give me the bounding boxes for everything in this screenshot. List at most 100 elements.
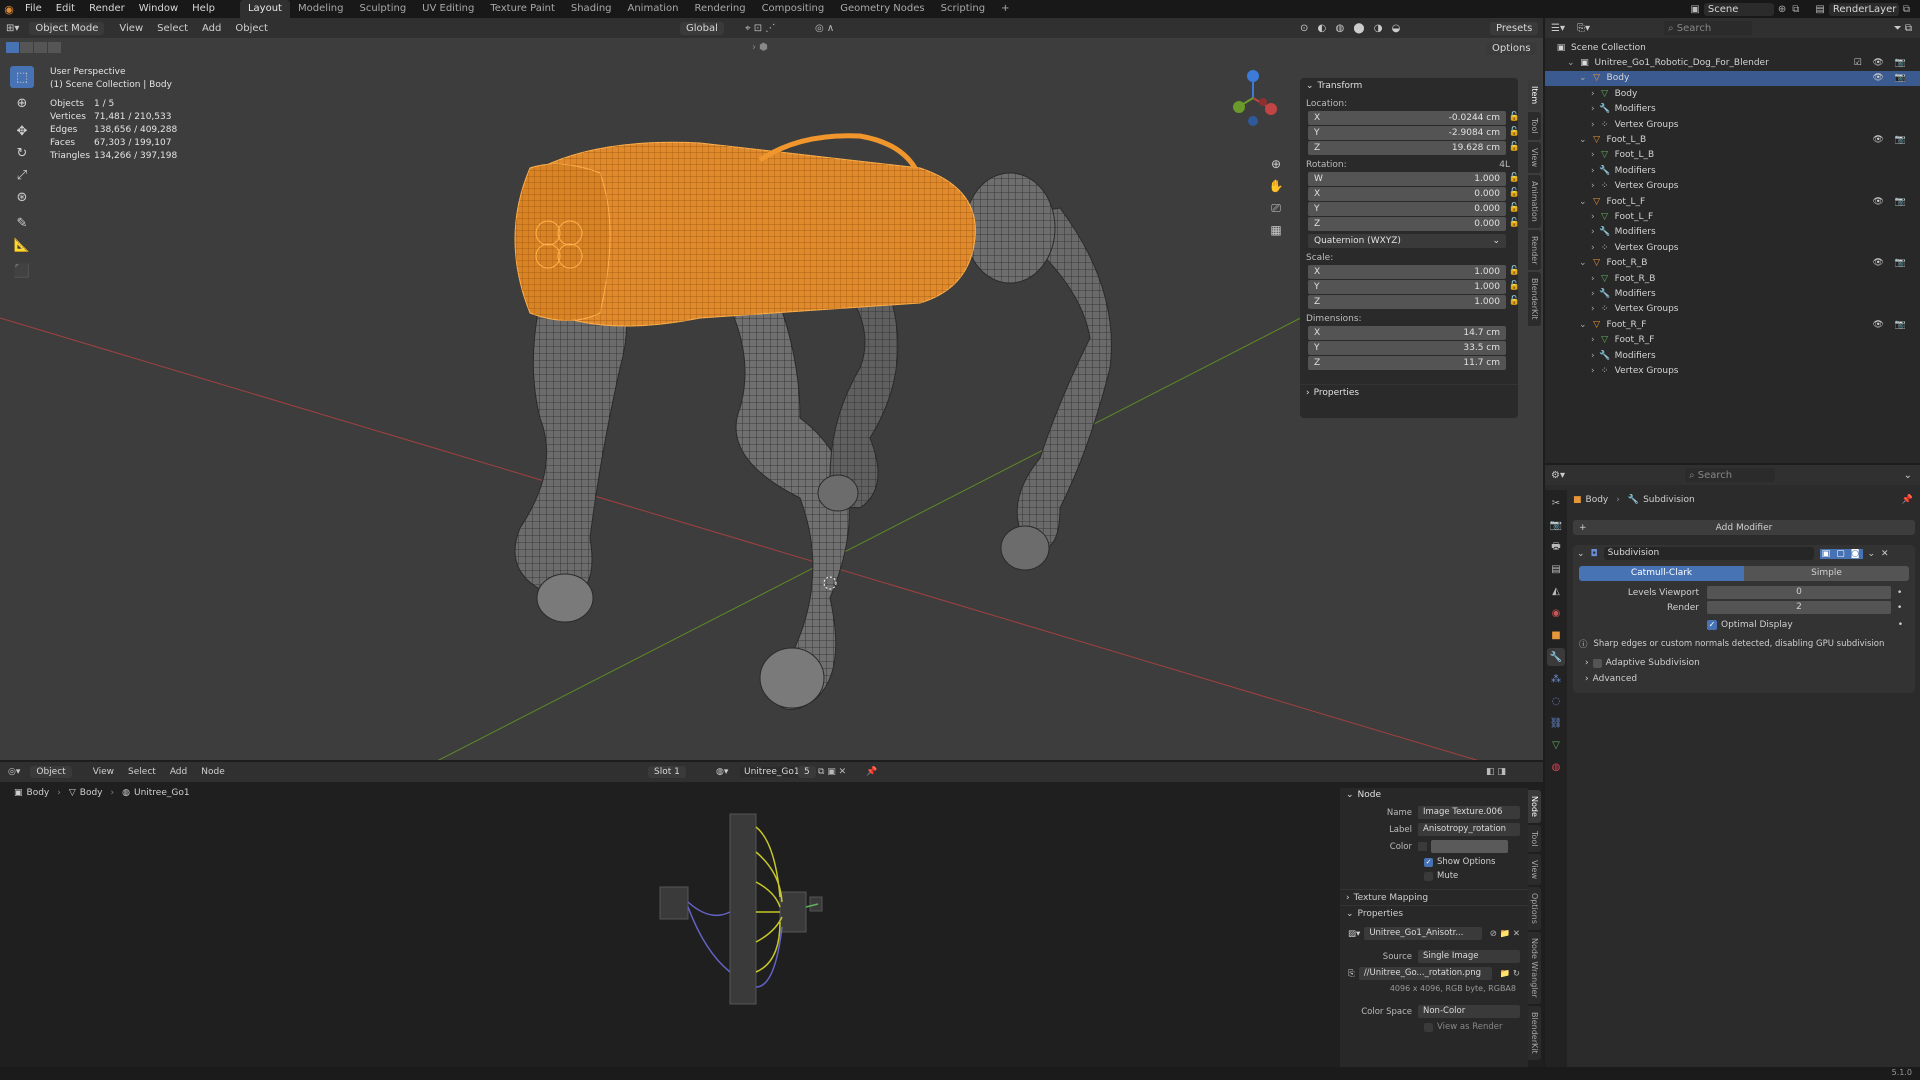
object-tab-icon[interactable]: ■ — [1547, 626, 1565, 644]
transform-header[interactable]: ⌄ Transform — [1300, 78, 1518, 94]
scale-z-field[interactable]: Z 1.000 🔓 — [1308, 295, 1520, 309]
lock-icon[interactable]: 🔓 — [1509, 188, 1520, 198]
expand-icon[interactable]: › — [1591, 89, 1595, 99]
outliner-row[interactable]: › ⁘ Vertex Groups — [1545, 302, 1920, 317]
snap-icon[interactable]: ⌖ ⊡ ⋰ — [745, 23, 775, 34]
scene-icon[interactable]: ▣ — [1690, 4, 1699, 15]
pan-hand-icon[interactable]: ✋ — [1266, 175, 1286, 197]
outliner-row[interactable]: ⌄ ▣ Unitree_Go1_Robotic_Dog_For_Blender ☑ 👁… — [1545, 55, 1920, 70]
node-tab-node-wrangler[interactable]: Node Wrangler — [1528, 932, 1541, 1005]
rotation-z-field[interactable]: Z 0.000 🔓 — [1308, 217, 1520, 231]
scale-y-field[interactable]: Y 1.000 🔓 — [1308, 280, 1520, 294]
material-buttons-icon[interactable]: ⧉ ▣ ✕ — [818, 767, 846, 777]
workspace-tab-rendering[interactable]: Rendering — [686, 0, 753, 18]
expand-icon[interactable]: › — [1591, 366, 1595, 376]
shader-type-selector[interactable]: Object — [30, 766, 72, 778]
grid-icon[interactable]: ▦ — [1266, 219, 1286, 241]
outliner-row[interactable]: › 🔧 Modifiers — [1545, 225, 1920, 240]
expand-icon[interactable]: › — [1591, 212, 1595, 222]
navigation-gizmo[interactable] — [1228, 66, 1278, 136]
colorspace-dropdown[interactable]: Non-Color — [1418, 1005, 1520, 1018]
physics-tab-icon[interactable]: ◌ — [1547, 692, 1565, 710]
pin-icon[interactable]: 📌 — [866, 767, 877, 777]
mute-checkbox[interactable] — [1424, 871, 1433, 881]
workspace-tab-scripting[interactable]: Scripting — [933, 0, 993, 18]
dropdown-icon[interactable]: ⌄ — [1867, 549, 1875, 559]
node-menu-select[interactable]: Select — [121, 767, 163, 777]
outliner-row[interactable]: ⌄ ▽ Body 👁 📷 — [1545, 70, 1920, 87]
viewport-menu-view[interactable]: View — [112, 23, 150, 34]
render-levels-field[interactable]: 2 — [1707, 601, 1891, 614]
properties-editor-icon[interactable]: ⚙▾ — [1551, 470, 1565, 481]
lock-icon[interactable]: 🔓 — [1509, 112, 1520, 122]
expand-icon[interactable]: ⌄ — [1579, 320, 1587, 330]
outliner-row[interactable]: › ⁘ Vertex Groups — [1545, 363, 1920, 378]
tool-tab-icon[interactable]: ✂ — [1547, 494, 1565, 512]
workspace-tab-texture-paint[interactable]: Texture Paint — [482, 0, 563, 18]
node-editor-type-icon[interactable]: ◎▾ — [8, 767, 20, 777]
visibility-icons[interactable]: 👁 📷 — [1873, 197, 1911, 207]
expand-icon[interactable]: › — [1591, 274, 1595, 284]
dimension-z-field[interactable]: Z 11.7 cm — [1308, 356, 1506, 370]
expand-icon[interactable]: › — [1591, 289, 1595, 299]
workspace-tab-compositing[interactable]: Compositing — [754, 0, 833, 18]
transform-orientation[interactable]: Global — [680, 21, 724, 35]
outliner-row[interactable]: ⌄ ▽ Foot_L_B 👁 📷 — [1545, 132, 1920, 147]
workspace-tab-geometry-nodes[interactable]: Geometry Nodes — [832, 0, 932, 18]
view-as-render-checkbox[interactable] — [1424, 1022, 1433, 1032]
menu-file[interactable]: File — [18, 0, 49, 18]
modifier-name-field[interactable]: Subdivision — [1603, 547, 1814, 560]
node-color-swatch[interactable] — [1431, 840, 1508, 853]
show-options-checkbox[interactable]: ✓ — [1424, 857, 1433, 867]
expand-icon[interactable]: › — [1591, 351, 1595, 361]
outliner-row[interactable]: › 🔧 Modifiers — [1545, 163, 1920, 178]
expand-icon[interactable]: › — [1591, 104, 1595, 114]
blender-logo-icon[interactable]: ◉ — [0, 3, 18, 16]
dimension-x-field[interactable]: X 14.7 cm — [1308, 326, 1506, 340]
expand-icon[interactable]: ⌄ — [1579, 197, 1587, 207]
camera-icon[interactable]: ⎚ — [1266, 197, 1286, 219]
rotation-x-field[interactable]: X 0.000 🔓 — [1308, 187, 1520, 201]
scene-selector[interactable]: Scene — [1703, 2, 1774, 16]
node-tab-view[interactable]: View — [1528, 854, 1541, 886]
scene-tab-icon[interactable]: ◭ — [1547, 582, 1565, 600]
node-tab-options[interactable]: Options — [1528, 887, 1541, 931]
remove-modifier-icon[interactable]: ✕ — [1881, 549, 1889, 559]
outliner-row[interactable]: › ⁘ Vertex Groups — [1545, 179, 1920, 194]
shader-node-editor[interactable]: ◎▾ Object View Select Add Node Slot 1 ◍▾ Un… — [0, 762, 1543, 1067]
expand-icon[interactable]: › — [1591, 181, 1595, 191]
lock-icon[interactable]: 🔓 — [1509, 142, 1520, 152]
visibility-icons[interactable]: 👁 📷 — [1873, 135, 1911, 145]
pin-icon[interactable]: ⊕ — [1778, 4, 1786, 15]
node-tab-blenderkit[interactable]: BlenderKit — [1528, 1006, 1541, 1060]
location-z-field[interactable]: Z 19.628 cm 🔓 — [1308, 141, 1520, 155]
properties-search-input[interactable]: ⌕ Search — [1684, 468, 1775, 482]
menu-window[interactable]: Window — [132, 0, 185, 18]
robot-dog-mesh[interactable] — [514, 133, 1112, 710]
optimal-display-checkbox[interactable]: ✓ — [1707, 620, 1717, 630]
shading-icons[interactable]: ⊙ ◐ ◍ ⬤ ◑ ◒ — [1300, 23, 1403, 34]
lock-icon[interactable]: 🔓 — [1509, 173, 1520, 183]
menu-render[interactable]: Render — [82, 0, 132, 18]
filter-icon[interactable]: ⏷ ⧉ — [1894, 23, 1912, 34]
node-menu-node[interactable]: Node — [194, 767, 232, 777]
add-workspace-button[interactable]: + — [993, 0, 1017, 18]
levels-viewport-field[interactable]: 0 — [1707, 586, 1891, 599]
node-tab-node[interactable]: Node — [1528, 790, 1541, 823]
node-section-header[interactable]: ⌄ Node — [1340, 788, 1528, 802]
new-scene-icon[interactable]: ⧉ — [1792, 4, 1799, 15]
workspace-tab-layout[interactable]: Layout — [239, 0, 290, 18]
outliner-row[interactable]: ⌄ ▽ Foot_R_F 👁 📷 — [1545, 317, 1920, 332]
modifier-tab-icon[interactable]: 🔧 — [1547, 648, 1565, 666]
node-label-field[interactable]: Anisotropy_rotation — [1418, 823, 1520, 836]
sidebar-tab-blenderkit[interactable]: BlenderKit — [1528, 272, 1541, 326]
adaptive-subdivision-row[interactable]: › Adaptive Subdivision — [1585, 658, 1915, 668]
collapse-icon[interactable]: ⌄ — [1577, 549, 1585, 559]
source-dropdown[interactable]: Single Image — [1418, 950, 1520, 963]
workspace-tab-sculpting[interactable]: Sculpting — [351, 0, 414, 18]
outliner-row[interactable]: › ▽ Foot_R_B — [1545, 271, 1920, 286]
outliner-row[interactable]: › ⁘ Vertex Groups — [1545, 240, 1920, 255]
scale-x-field[interactable]: X 1.000 🔓 — [1308, 265, 1520, 279]
lock-icon[interactable]: 🔓 — [1509, 127, 1520, 137]
outliner-row[interactable]: › ▽ Foot_L_F — [1545, 209, 1920, 224]
